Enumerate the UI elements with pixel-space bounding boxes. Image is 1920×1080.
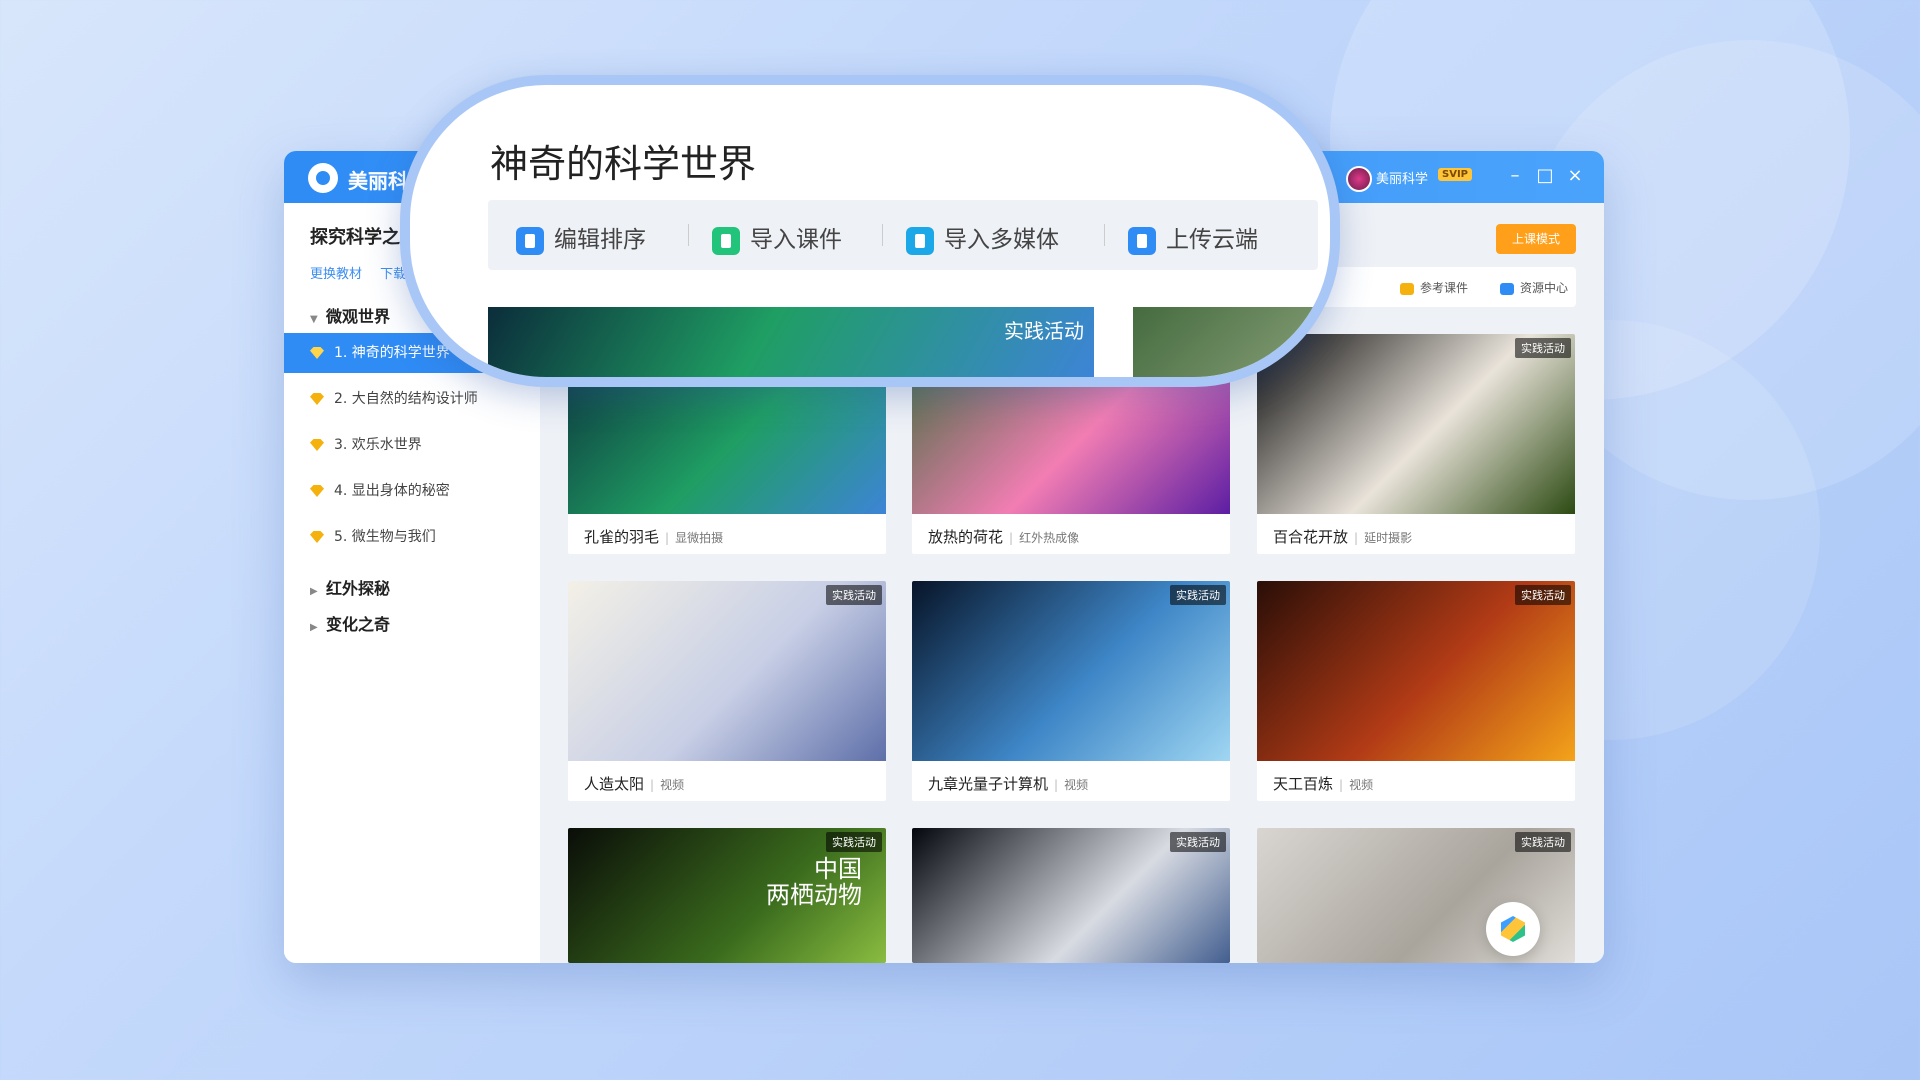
cloud-upload-button[interactable]: 上传云端 [1128, 220, 1258, 255]
activity-tag: 实践活动 [826, 832, 882, 852]
activity-tag: 实践活动 [1515, 338, 1571, 358]
card-kind: 视频 [660, 778, 685, 792]
card-thumbnail [568, 581, 886, 761]
cube-icon [1501, 916, 1525, 942]
section-micro-world[interactable]: ▼ 微观世界 [310, 303, 390, 327]
change-textbook-link[interactable]: 更换教材 [310, 267, 362, 282]
gem-icon [310, 393, 324, 405]
import-media-icon [906, 226, 934, 255]
caption-separator: | [650, 778, 655, 792]
lesson-toolbar: 编辑排序 导入课件 导入多媒体 上传云端 [488, 200, 1318, 270]
card-kind: 视频 [1064, 778, 1089, 792]
caret-right-icon: ▶ [310, 622, 318, 633]
card-title: 天工百炼 [1273, 775, 1334, 793]
class-mode-button[interactable]: 上课模式 [1496, 224, 1576, 254]
card-caption: 放热的荷花 | 红外热成像 [928, 526, 1079, 547]
card-title: 孔雀的羽毛 [584, 528, 660, 546]
cloud-upload-icon [1128, 226, 1156, 255]
edit-sort-icon [516, 226, 544, 255]
section-infrared[interactable]: ▶ 红外探秘 [310, 575, 390, 599]
card-title: 百合花开放 [1273, 528, 1349, 546]
card-caption: 九章光量子计算机 | 视频 [928, 773, 1088, 794]
activity-tag: 实践活动 [826, 585, 882, 605]
card-thumbnail [1257, 581, 1575, 761]
gem-icon [310, 531, 324, 543]
svip-badge: SVIP [1438, 168, 1472, 181]
reference-courseware-link[interactable]: 参考课件 [1400, 279, 1468, 296]
thumbnail-overlay-text: 中国 两栖动物 [766, 855, 862, 910]
activity-tag: 实践活动 [1004, 319, 1084, 343]
maximize-icon[interactable]: □ [1534, 165, 1556, 187]
activity-tag: 实践活动 [1170, 832, 1226, 852]
resource-card[interactable]: 实践活动天工百炼 | 视频 [1257, 581, 1575, 801]
card-kind: 延时摄影 [1364, 531, 1413, 545]
caret-right-icon: ▶ [310, 586, 318, 597]
resource-card[interactable]: 实践活动九章光量子计算机 | 视频 [912, 581, 1230, 801]
card-caption: 人造太阳 | 视频 [584, 773, 684, 794]
card-title: 人造太阳 [584, 775, 645, 793]
caption-separator: | [1054, 778, 1059, 792]
banner-thumbnail[interactable]: 实践活动 [488, 307, 1094, 377]
app-logo-icon [308, 163, 338, 193]
card-title: 放热的荷花 [928, 528, 1004, 546]
folder-icon [1400, 282, 1414, 295]
card-thumbnail [912, 581, 1230, 761]
import-media-button[interactable]: 导入多媒体 [906, 220, 1059, 255]
card-kind: 视频 [1349, 778, 1374, 792]
lesson-item-4[interactable]: 4. 显出身体的秘密 [284, 471, 540, 511]
gem-icon [310, 439, 324, 451]
gem-icon [310, 347, 324, 359]
activity-tag: 实践活动 [1515, 585, 1571, 605]
lesson-item-5[interactable]: 5. 微生物与我们 [284, 517, 540, 557]
toolbar-divider [1104, 224, 1105, 246]
user-name[interactable]: 美丽科学 [1376, 168, 1428, 187]
resource-card[interactable]: 实践活动 [912, 828, 1230, 963]
toolbar-divider [882, 224, 883, 246]
import-courseware-button[interactable]: 导入课件 [712, 220, 842, 255]
caption-separator: | [1339, 778, 1344, 792]
floating-toolbox-button[interactable] [1486, 902, 1540, 956]
gem-icon [310, 485, 324, 497]
card-caption: 天工百炼 | 视频 [1273, 773, 1373, 794]
resource-card[interactable]: 实践活动人造太阳 | 视频 [568, 581, 886, 801]
import-courseware-icon [712, 226, 740, 255]
cloud-icon [1500, 282, 1514, 295]
activity-tag: 实践活动 [1170, 585, 1226, 605]
page-title: 神奇的科学世界 [490, 142, 757, 186]
card-kind: 红外热成像 [1019, 531, 1080, 545]
caret-down-icon: ▼ [310, 314, 318, 325]
toolbar-divider [688, 224, 689, 246]
lesson-item-2[interactable]: 2. 大自然的结构设计师 [284, 379, 540, 419]
resource-center-link[interactable]: 资源中心 [1500, 279, 1568, 296]
card-title: 九章光量子计算机 [928, 775, 1049, 793]
activity-tag: 实践活动 [1515, 832, 1571, 852]
zoom-callout: 神奇的科学世界 编辑排序 导入课件 导入多媒体 上传云端 实践活动 [400, 75, 1340, 387]
lesson-item-3[interactable]: 3. 欢乐水世界 [284, 425, 540, 465]
avatar[interactable] [1346, 166, 1372, 192]
caption-separator: | [665, 531, 670, 545]
card-caption: 百合花开放 | 延时摄影 [1273, 526, 1412, 547]
close-icon[interactable]: × [1564, 165, 1586, 187]
banner-thumbnail[interactable] [1133, 307, 1330, 377]
card-kind: 显微拍摄 [675, 531, 724, 545]
minimize-icon[interactable]: – [1504, 165, 1526, 187]
caption-separator: | [1354, 531, 1359, 545]
resource-card[interactable]: 实践活动中国 两栖动物中国两栖动物 [568, 828, 886, 963]
caption-separator: | [1009, 531, 1014, 545]
edit-sort-button[interactable]: 编辑排序 [516, 220, 646, 255]
card-caption: 孔雀的羽毛 | 显微拍摄 [584, 526, 723, 547]
section-changes[interactable]: ▶ 变化之奇 [310, 611, 390, 635]
